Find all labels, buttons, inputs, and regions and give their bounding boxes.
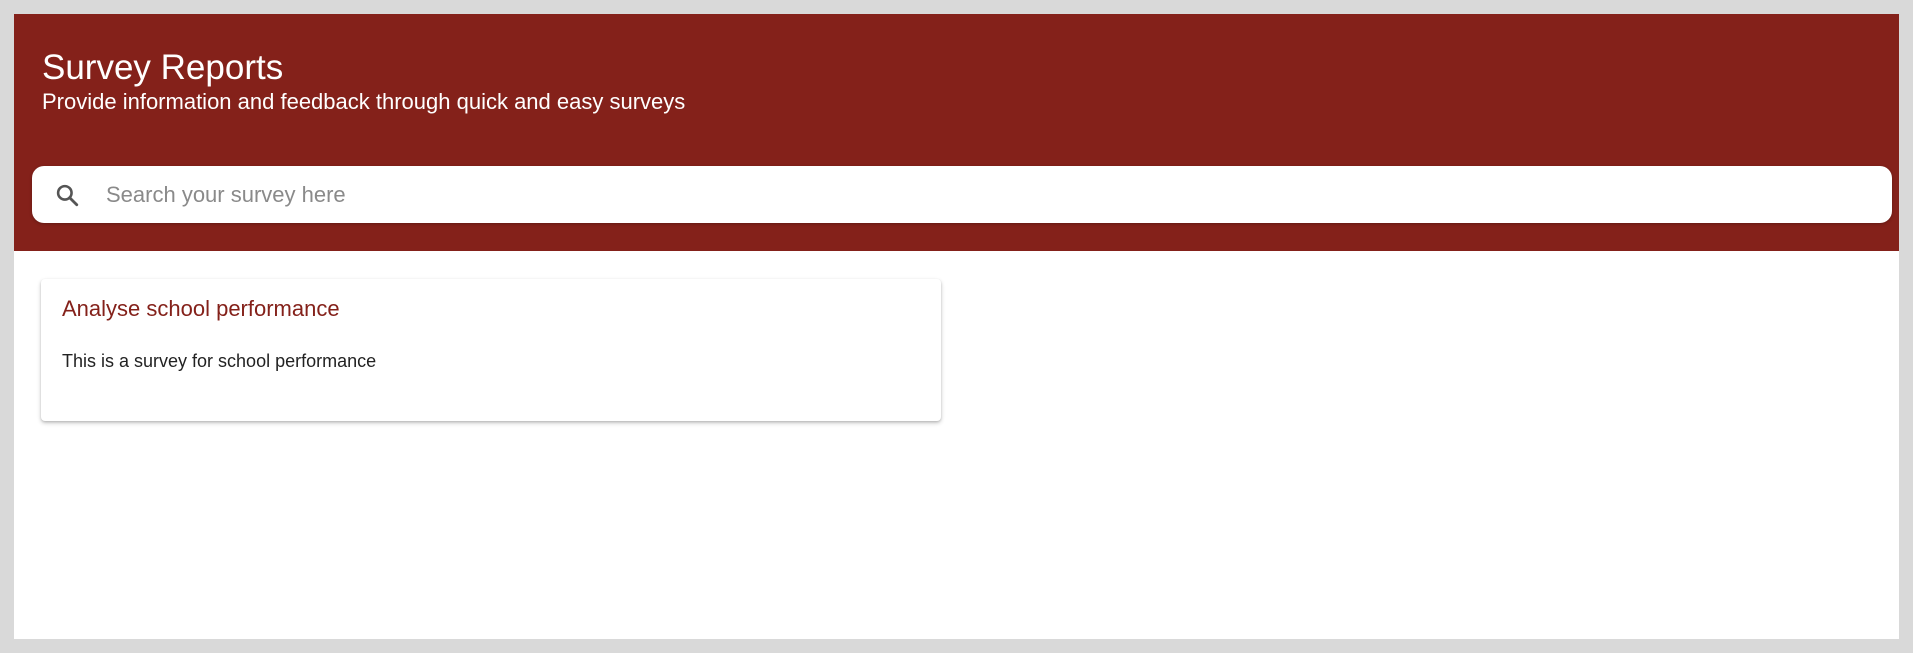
page-subtitle: Provide information and feedback through… [42, 89, 686, 114]
survey-card[interactable]: Analyse school performance This is a sur… [41, 279, 941, 421]
search-input[interactable] [106, 166, 1866, 223]
survey-description: This is a survey for school performance [62, 351, 377, 371]
search-bar[interactable] [32, 166, 1892, 223]
page-header: Survey Reports Provide information and f… [14, 14, 1899, 251]
app-window: Survey Reports Provide information and f… [14, 14, 1899, 639]
survey-title[interactable]: Analyse school performance [62, 296, 340, 322]
search-icon[interactable] [54, 182, 80, 208]
page-title: Survey Reports [42, 48, 284, 87]
